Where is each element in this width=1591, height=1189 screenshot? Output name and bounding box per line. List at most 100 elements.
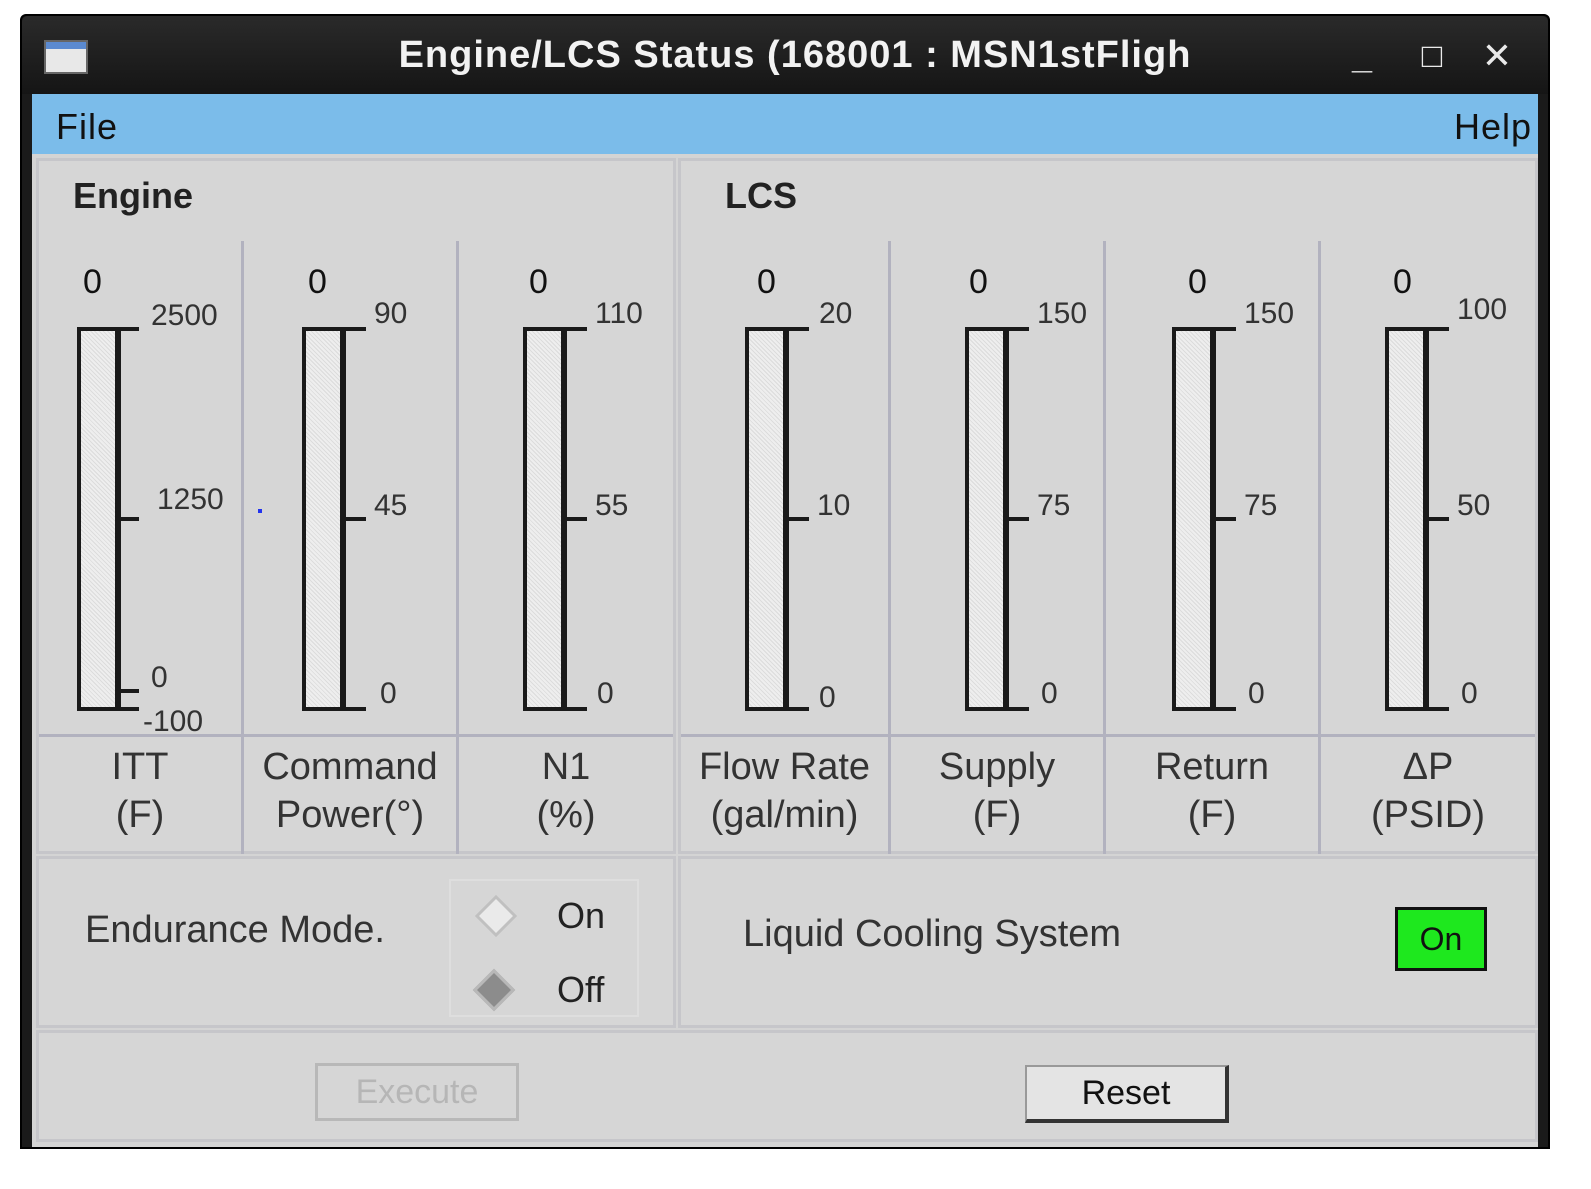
n1-tick-label-bottom: 0	[597, 677, 614, 710]
supply-label-line1: Supply	[938, 746, 1056, 788]
flow-rate-gauge: 0 20 10 0 Flow Rate (gal/min)	[681, 241, 891, 854]
delta-p-value: 0	[1393, 263, 1412, 301]
minimize-icon[interactable]: _	[1342, 36, 1382, 76]
lcs-panel: LCS 0 20 10 0 Flow Rate (gal/min) 0 150 …	[678, 158, 1538, 854]
supply-tick-top	[1005, 327, 1029, 331]
command-power-gauge: 0 90 45 0 Command Power(°)	[244, 241, 459, 854]
n1-tick-top	[563, 327, 587, 331]
return-label-line1: Return	[1154, 746, 1270, 788]
command-power-label: Command Power(°)	[244, 734, 456, 857]
delta-p-tick-mid	[1425, 517, 1449, 521]
maximize-icon[interactable]: □	[1412, 36, 1452, 76]
flow-rate-tick-bottom	[785, 707, 809, 711]
return-bar	[1172, 327, 1214, 711]
command-power-tick-label-mid: 45	[374, 489, 408, 522]
itt-tick-zero	[117, 689, 139, 693]
n1-tick-label-mid: 55	[595, 489, 629, 522]
delta-p-tick-label-mid: 50	[1457, 489, 1491, 522]
return-value: 0	[1188, 263, 1207, 301]
supply-bar	[965, 327, 1007, 711]
delta-p-tick-label-bottom: 0	[1461, 677, 1478, 710]
n1-label-line1: N1	[541, 746, 591, 788]
reset-button[interactable]: Reset	[1025, 1065, 1229, 1123]
n1-tick-label-top: 110	[595, 297, 643, 330]
delta-p-bar	[1385, 327, 1427, 711]
delta-p-label: ΔP (PSID)	[1321, 734, 1535, 857]
button-bar: Execute Reset	[36, 1030, 1538, 1142]
radio-on-icon[interactable]	[474, 894, 518, 938]
n1-label: N1 (%)	[459, 734, 673, 857]
supply-label: Supply (F)	[891, 734, 1103, 857]
n1-label-line2: (%)	[536, 794, 596, 836]
command-power-tick-label-bottom: 0	[380, 677, 397, 710]
flow-rate-label-line2: (gal/min)	[710, 794, 859, 836]
n1-tick-mid	[563, 517, 587, 521]
n1-value: 0	[529, 263, 548, 301]
endurance-option-on[interactable]: On	[474, 894, 675, 939]
flow-rate-label: Flow Rate (gal/min)	[681, 734, 888, 857]
n1-bar	[523, 327, 565, 711]
n1-tick-bottom	[563, 707, 587, 711]
endurance-option-off-label: Off	[557, 969, 605, 1010]
flow-rate-tick-label-top: 20	[819, 297, 853, 330]
endurance-mode-label: Endurance Mode.	[85, 909, 385, 951]
delta-p-gauge: 0 100 50 0 ΔP (PSID)	[1321, 241, 1535, 854]
return-tick-bottom	[1212, 707, 1236, 711]
delta-p-tick-top	[1425, 327, 1449, 331]
lcs-panel-title: LCS	[725, 175, 797, 216]
command-power-label-line2: Power(°)	[275, 794, 425, 836]
itt-gauge: 0 2500 1250 0 -100 ITT (F)	[39, 241, 244, 854]
flow-rate-label-line1: Flow Rate	[698, 746, 871, 788]
endurance-option-on-label: On	[557, 895, 606, 936]
delta-p-label-line1: ΔP	[1402, 746, 1454, 788]
flow-rate-bar	[745, 327, 787, 711]
return-label: Return (F)	[1106, 734, 1318, 857]
command-power-tick-top	[342, 327, 366, 331]
engine-lcs-window: Engine/LCS Status (168001 : MSN1stFligh …	[20, 14, 1550, 1149]
return-tick-label-top: 150	[1244, 297, 1295, 330]
itt-label-line1: ITT	[111, 746, 169, 788]
return-tick-mid	[1212, 517, 1236, 521]
return-gauge: 0 150 75 0 Return (F)	[1106, 241, 1321, 854]
return-tick-label-mid: 75	[1244, 489, 1278, 522]
command-power-indicator-dot	[258, 509, 262, 513]
radio-off-icon[interactable]	[472, 968, 516, 1012]
window-title: Engine/LCS Status (168001 : MSN1stFligh	[398, 34, 1192, 76]
n1-gauge: 0 110 55 0 N1 (%)	[459, 241, 673, 854]
command-power-tick-mid	[342, 517, 366, 521]
client-area: Engine 0 2500 1250 0 -100 ITT (F) 0 90 4…	[32, 154, 1538, 1147]
title-bar[interactable]: Engine/LCS Status (168001 : MSN1stFligh …	[22, 16, 1548, 94]
menu-file[interactable]: File	[56, 106, 118, 148]
delta-p-tick-label-top: 100	[1457, 293, 1508, 326]
itt-tick-mid	[117, 517, 139, 521]
supply-value: 0	[969, 263, 988, 301]
menu-help[interactable]: Help	[1454, 106, 1532, 148]
flow-rate-value: 0	[757, 263, 776, 301]
itt-label: ITT (F)	[39, 734, 241, 857]
supply-tick-mid	[1005, 517, 1029, 521]
menu-bar: File Help	[32, 94, 1538, 154]
command-power-tick-bottom	[342, 707, 366, 711]
command-power-bar	[302, 327, 344, 711]
supply-tick-bottom	[1005, 707, 1029, 711]
execute-button[interactable]: Execute	[315, 1063, 519, 1121]
engine-panel: Engine 0 2500 1250 0 -100 ITT (F) 0 90 4…	[36, 158, 676, 854]
return-label-line2: (F)	[1187, 794, 1237, 836]
flow-rate-tick-top	[785, 327, 809, 331]
cooling-status-indicator: On	[1395, 907, 1487, 971]
return-tick-top	[1212, 327, 1236, 331]
itt-tick-label-mid: 1250	[157, 483, 224, 516]
itt-label-line2: (F)	[115, 794, 165, 836]
supply-label-line2: (F)	[972, 794, 1022, 836]
flow-rate-tick-mid	[785, 517, 809, 521]
command-power-label-line1: Command	[262, 746, 438, 788]
supply-tick-label-bottom: 0	[1041, 677, 1058, 710]
delta-p-label-line2: (PSID)	[1371, 794, 1485, 836]
supply-tick-label-top: 150	[1037, 297, 1088, 330]
engine-panel-title: Engine	[73, 175, 194, 216]
command-power-value: 0	[308, 263, 327, 301]
close-icon[interactable]: ✕	[1477, 36, 1517, 76]
endurance-option-off[interactable]: Off	[472, 968, 675, 1013]
flow-rate-tick-label-bottom: 0	[819, 681, 836, 714]
return-tick-label-bottom: 0	[1248, 677, 1265, 710]
